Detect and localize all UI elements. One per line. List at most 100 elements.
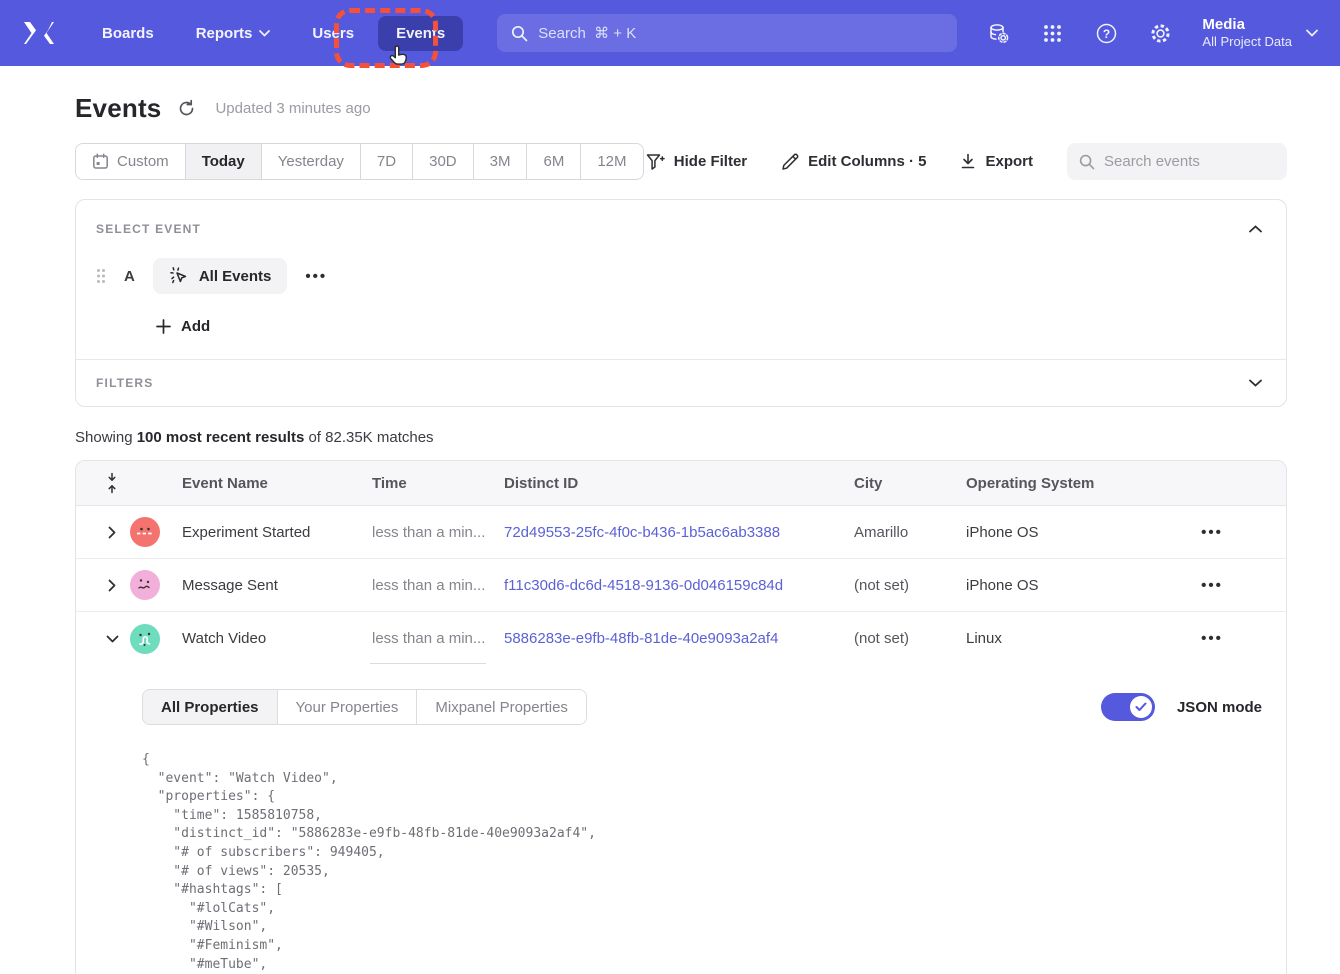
tab-mixpanel-properties[interactable]: Mixpanel Properties: [417, 690, 586, 724]
row-more-button[interactable]: •••: [1156, 524, 1268, 541]
collapse-row-button[interactable]: [106, 635, 119, 643]
nav-right-controls: ? Media All Project Data: [986, 16, 1318, 51]
check-icon: [1135, 702, 1147, 712]
controls-row: Custom Today Yesterday 7D 30D 3M 6M 12M …: [75, 143, 1287, 180]
city-cell: Amarillo: [854, 524, 966, 541]
search-icon: [1079, 154, 1095, 170]
event-row-letter: A: [124, 268, 135, 285]
nav-users-label: Users: [312, 25, 354, 42]
date-12m-label: 12M: [597, 153, 626, 170]
os-cell: iPhone OS: [966, 524, 1156, 541]
help-icon[interactable]: ?: [1094, 21, 1118, 45]
summary-suffix: of 82.35K matches: [308, 429, 433, 446]
global-search-input[interactable]: [538, 25, 943, 42]
event-selector-chip[interactable]: All Events: [153, 258, 288, 294]
summary-prefix: Showing: [75, 429, 133, 446]
hide-filter-button[interactable]: Hide Filter: [646, 153, 747, 171]
data-management-icon[interactable]: [986, 21, 1010, 45]
doodle-face-icon: [134, 628, 156, 650]
date-yesterday[interactable]: Yesterday: [262, 144, 361, 179]
pencil-icon: [781, 153, 799, 171]
project-selector[interactable]: Media All Project Data: [1202, 16, 1318, 51]
calendar-icon: [92, 153, 109, 170]
apps-grid-icon[interactable]: [1040, 21, 1064, 45]
query-builder-card: SELECT EVENT A: [75, 199, 1287, 407]
chevron-up-icon: [1249, 225, 1262, 233]
date-12m[interactable]: 12M: [581, 144, 642, 179]
date-6m[interactable]: 6M: [527, 144, 581, 179]
event-name-cell[interactable]: Experiment Started: [182, 524, 372, 541]
nav-reports-label: Reports: [196, 25, 253, 42]
date-custom[interactable]: Custom: [76, 144, 186, 179]
col-city[interactable]: City: [854, 475, 966, 492]
title-row: Events Updated 3 minutes ago: [75, 93, 1287, 124]
col-distinct-id[interactable]: Distinct ID: [504, 475, 854, 492]
mixpanel-logo[interactable]: [22, 18, 56, 48]
add-event-button[interactable]: Add: [156, 318, 1266, 335]
filters-header: FILTERS: [76, 360, 1286, 406]
date-30d[interactable]: 30D: [413, 144, 474, 179]
nav-items: Boards Reports Users Events: [84, 16, 463, 51]
json-mode-toggle[interactable]: [1101, 693, 1155, 721]
nav-item-users[interactable]: Users: [294, 16, 372, 51]
event-name-cell[interactable]: Message Sent: [182, 577, 372, 594]
updated-status: Updated 3 minutes ago: [215, 100, 370, 117]
doodle-face-icon: [134, 574, 156, 596]
event-more-button[interactable]: •••: [305, 268, 327, 285]
tab-your-properties[interactable]: Your Properties: [278, 690, 418, 724]
add-label: Add: [181, 318, 210, 335]
nav-item-boards[interactable]: Boards: [84, 16, 172, 51]
chevron-down-icon: [106, 635, 119, 643]
expand-row-button[interactable]: [108, 579, 116, 592]
chevron-down-icon: [259, 30, 270, 37]
refresh-icon[interactable]: [177, 98, 199, 120]
global-search[interactable]: [497, 14, 957, 52]
col-os[interactable]: Operating System: [966, 475, 1156, 492]
drag-handle-icon[interactable]: [96, 268, 106, 284]
distinct-id-link[interactable]: 72d49553-25fc-4f0c-b436-1b5ac6ab3388: [504, 524, 854, 541]
tab-all-properties[interactable]: All Properties: [143, 690, 278, 724]
collapse-all-rows-icon[interactable]: [105, 472, 119, 494]
date-custom-label: Custom: [117, 153, 169, 170]
tab-your-properties-label: Your Properties: [296, 699, 399, 716]
plus-icon: [156, 319, 171, 334]
date-3m-label: 3M: [490, 153, 511, 170]
distinct-id-link[interactable]: f11c30d6-dc6d-4518-9136-0d046159c84d: [504, 577, 854, 594]
sparkle-cursor-icon: [169, 266, 189, 286]
os-cell: Linux: [966, 630, 1156, 647]
date-3m[interactable]: 3M: [474, 144, 528, 179]
date-yesterday-label: Yesterday: [278, 153, 344, 170]
table-header-row: Event Name Time Distinct ID City Operati…: [76, 461, 1286, 506]
event-name-cell[interactable]: Watch Video: [182, 630, 372, 647]
project-scope: All Project Data: [1202, 34, 1292, 50]
date-7d-label: 7D: [377, 153, 396, 170]
results-summary: Showing 100 most recent results of 82.35…: [75, 429, 1287, 446]
export-button[interactable]: Export: [960, 153, 1033, 170]
distinct-id-link[interactable]: 5886283e-e9fb-48fb-81de-40e9093a2af4: [504, 630, 854, 647]
search-events-input[interactable]: [1104, 153, 1275, 170]
expand-filters-button[interactable]: [1244, 372, 1266, 394]
date-today[interactable]: Today: [186, 144, 262, 179]
table-row: Experiment Started less than a min... 72…: [76, 506, 1286, 559]
download-icon: [960, 153, 976, 170]
city-cell: (not set): [854, 630, 966, 647]
summary-count: 100 most recent results: [137, 429, 305, 446]
row-more-button[interactable]: •••: [1156, 630, 1268, 647]
search-events-box[interactable]: [1067, 143, 1287, 180]
nav-item-reports[interactable]: Reports: [178, 16, 289, 51]
expand-row-button[interactable]: [108, 526, 116, 539]
svg-text:?: ?: [1103, 27, 1110, 41]
event-json-viewer[interactable]: { "event": "Watch Video", "properties": …: [142, 751, 1262, 974]
chevron-right-icon: [108, 526, 116, 539]
nav-item-events[interactable]: Events: [378, 16, 463, 51]
date-30d-label: 30D: [429, 153, 457, 170]
time-cell: less than a min...: [372, 524, 504, 541]
collapse-section-button[interactable]: [1244, 218, 1266, 240]
settings-gear-icon[interactable]: [1148, 21, 1172, 45]
col-time[interactable]: Time: [372, 475, 504, 492]
date-7d[interactable]: 7D: [361, 144, 413, 179]
col-event-name[interactable]: Event Name: [182, 475, 372, 492]
event-avatar: [130, 517, 160, 547]
row-more-button[interactable]: •••: [1156, 577, 1268, 594]
edit-columns-button[interactable]: Edit Columns · 5: [781, 153, 926, 171]
